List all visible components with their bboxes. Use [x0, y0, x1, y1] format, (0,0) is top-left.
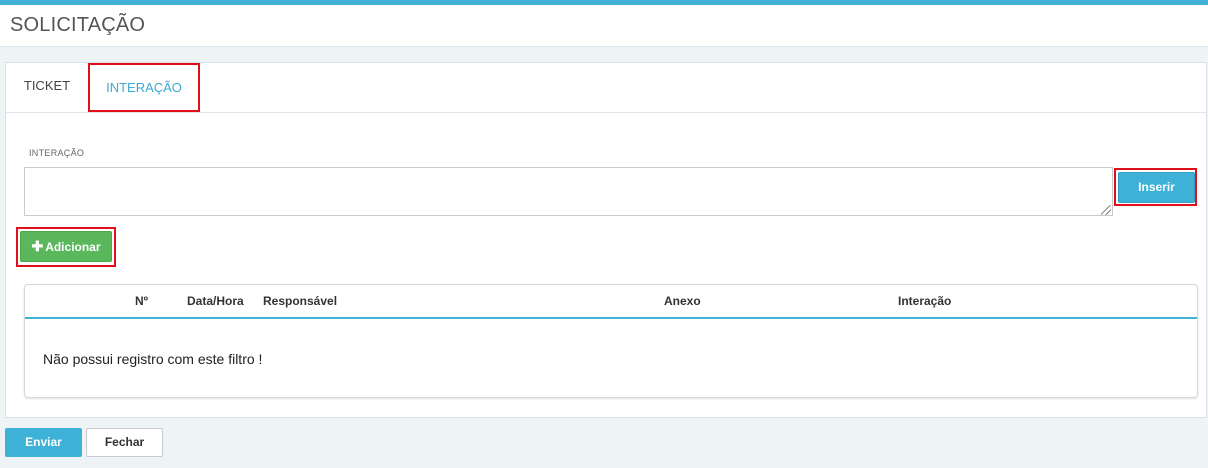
column-data-hora[interactable]: Data/Hora: [187, 294, 244, 308]
page-header: SOLICITAÇÃO: [0, 5, 1208, 47]
tab-ticket[interactable]: TICKET: [6, 63, 88, 112]
page-title: SOLICITAÇÃO: [10, 14, 146, 36]
table-header: Nº Data/Hora Responsável Anexo Interação: [25, 285, 1197, 319]
empty-table-message: Não possui registro com este filtro !: [43, 351, 263, 367]
interactions-table: Nº Data/Hora Responsável Anexo Interação…: [24, 284, 1198, 398]
tab-bar: TICKET INTERAÇÃO: [6, 63, 1206, 113]
main-panel: TICKET INTERAÇÃO INTERAÇÃO Inserir ✚ Adic…: [5, 62, 1207, 418]
column-responsavel[interactable]: Responsável: [263, 294, 337, 308]
column-numero[interactable]: Nº: [135, 294, 148, 308]
enviar-button[interactable]: Enviar: [5, 428, 82, 457]
interacao-field-label: INTERAÇÃO: [29, 148, 85, 158]
tab-interacao[interactable]: INTERAÇÃO: [88, 63, 200, 112]
resize-grip-icon[interactable]: [1101, 205, 1111, 215]
adicionar-button-label: Adicionar: [45, 240, 101, 254]
adicionar-button[interactable]: ✚ Adicionar: [20, 231, 112, 262]
fechar-button[interactable]: Fechar: [86, 428, 163, 457]
plus-icon: ✚: [31, 238, 44, 254]
interacao-textarea[interactable]: [24, 167, 1113, 216]
inserir-button[interactable]: Inserir: [1118, 172, 1195, 203]
column-interacao[interactable]: Interação: [898, 294, 951, 308]
column-anexo[interactable]: Anexo: [664, 294, 701, 308]
